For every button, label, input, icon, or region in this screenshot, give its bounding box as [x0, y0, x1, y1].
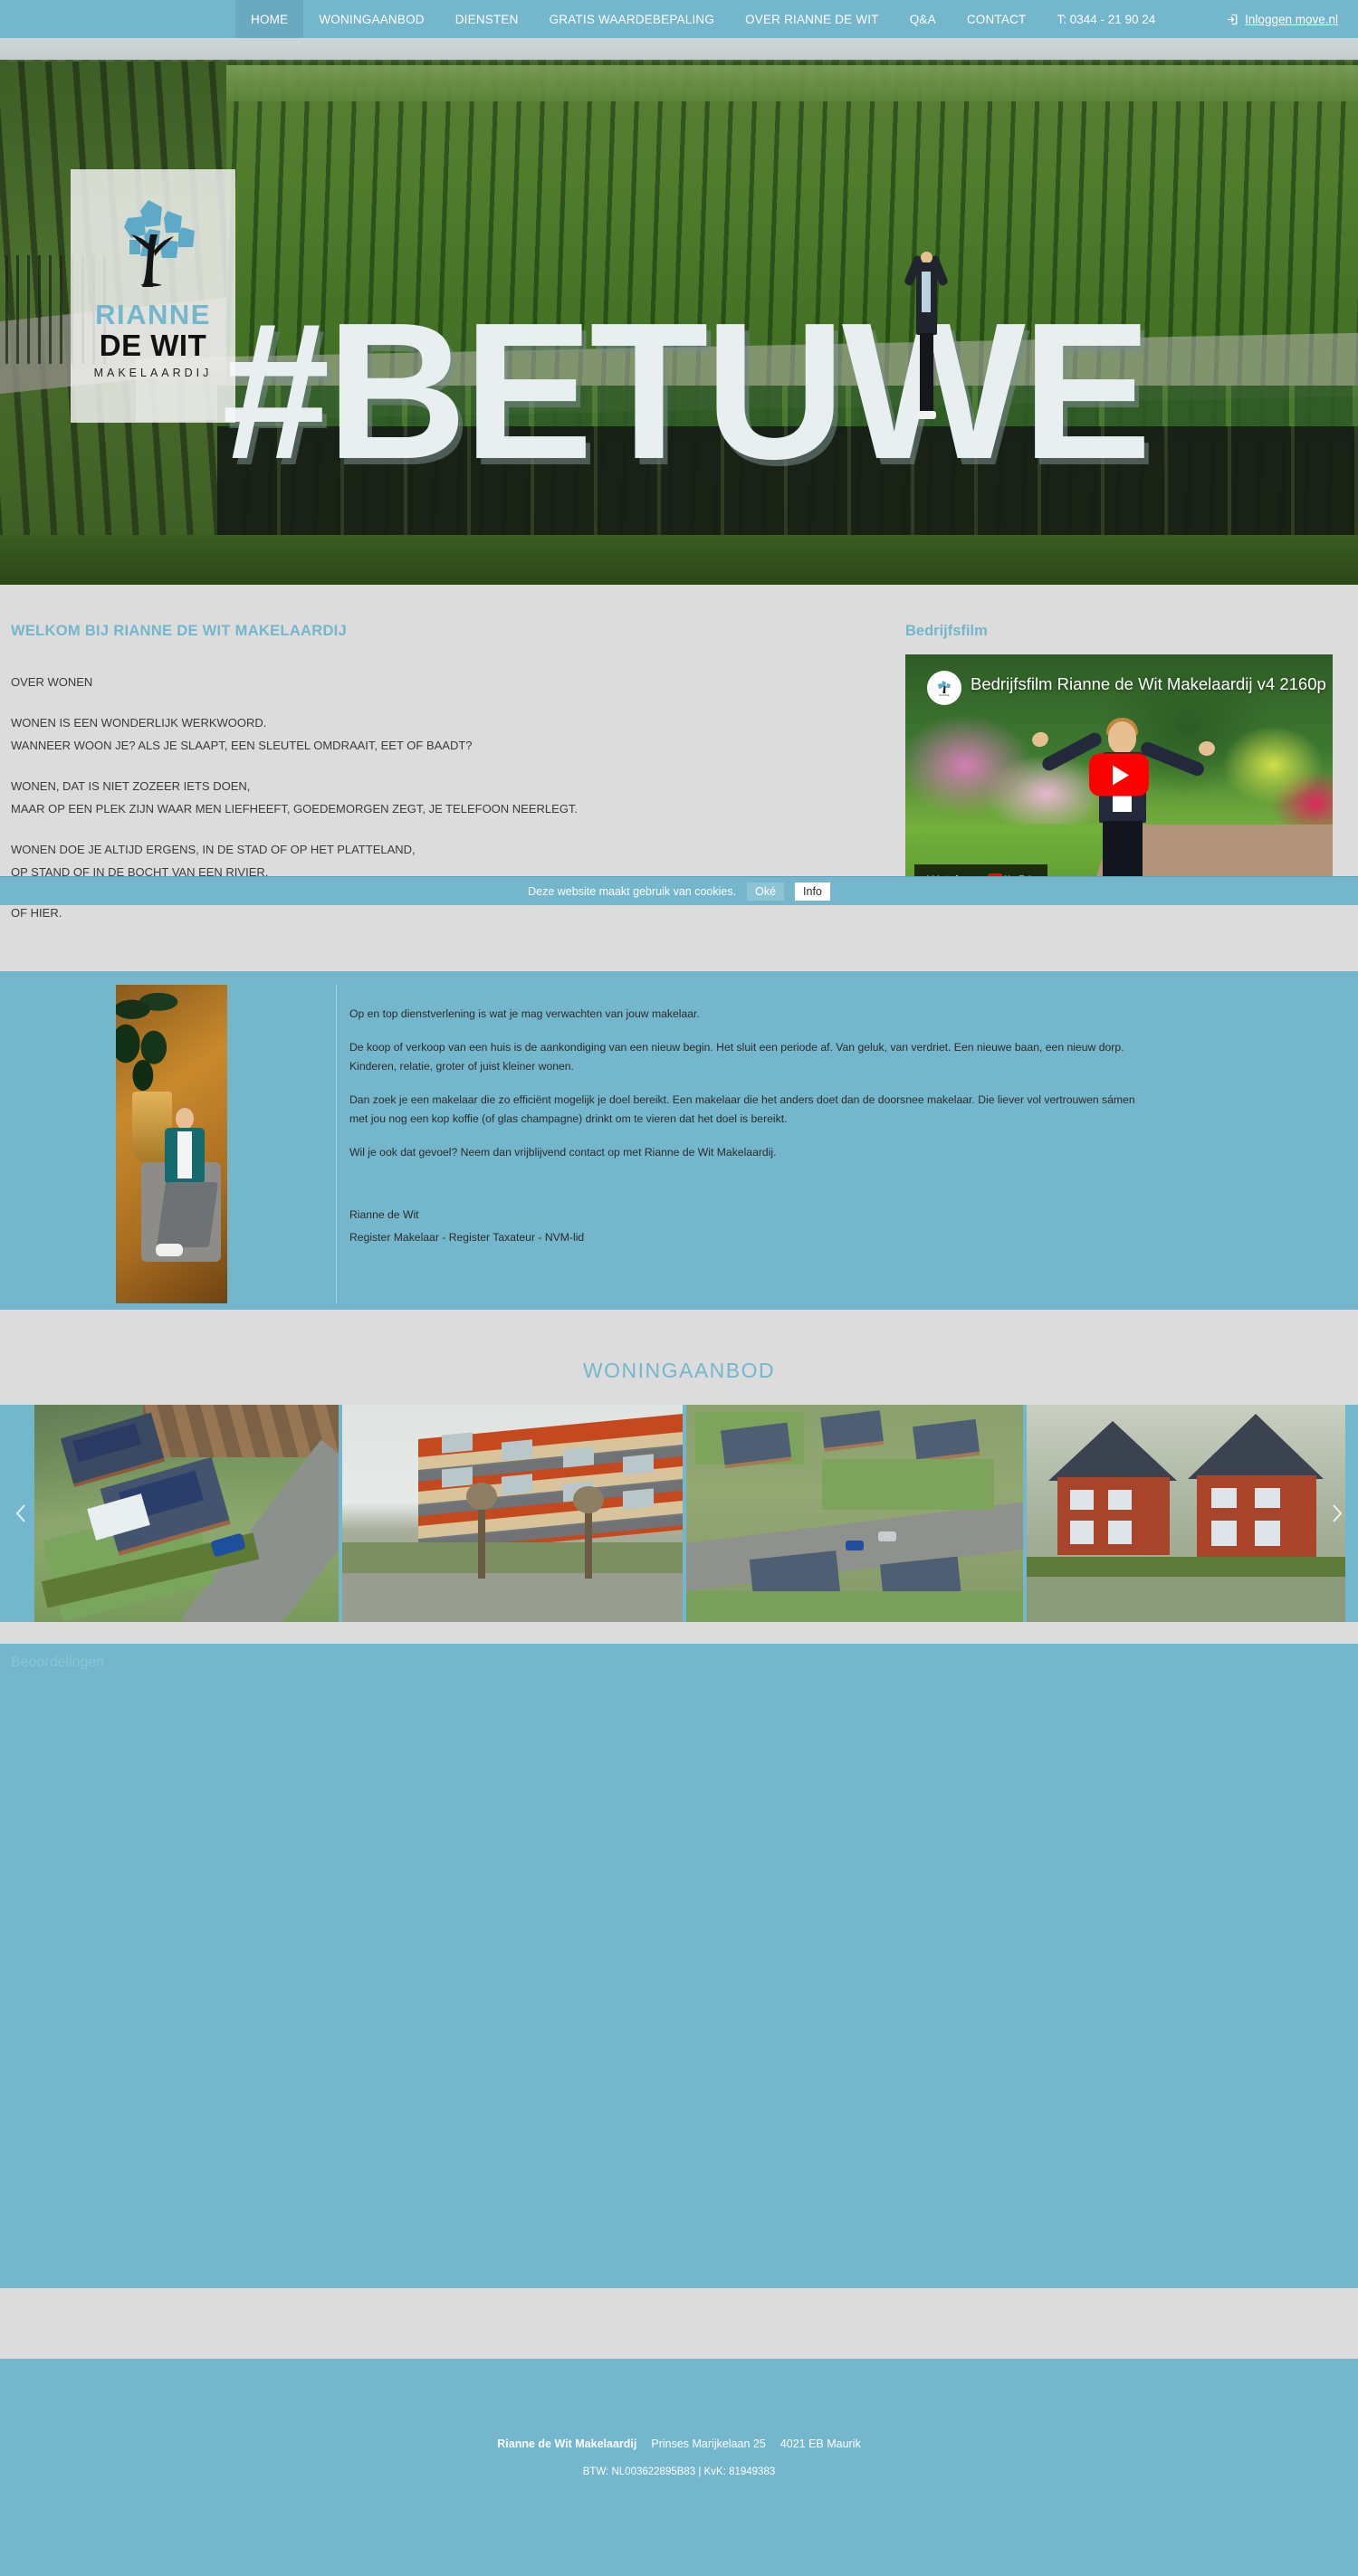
nav-item-woningaanbod[interactable]: WONINGAANBOD — [303, 0, 439, 38]
cookie-message: Deze website maakt gebruik van cookies. — [528, 884, 737, 898]
sign-in-icon — [1227, 14, 1238, 25]
footer-street: Prinses Marijkelaan 25 — [651, 2438, 766, 2450]
cookie-consent-bar: Deze website maakt gebruik van cookies. … — [0, 876, 1358, 905]
chevron-right-icon[interactable] — [1324, 1500, 1351, 1527]
logo-surname: DE WIT — [99, 329, 207, 362]
listing-slide-2[interactable] — [342, 1405, 683, 1622]
nav-item-contact[interactable]: CONTACT — [952, 0, 1042, 38]
spacer-band-1 — [0, 942, 1358, 971]
svg-text:RIANNE: RIANNE — [939, 693, 949, 697]
about-signature: Rianne de Wit Register Makelaar - Regist… — [349, 1206, 1333, 1247]
welcome-paragraph-3: WONEN, DAT IS NIET ZOZEER IETS DOEN, MAA… — [11, 779, 579, 816]
nav-item-home[interactable]: HOME — [235, 0, 304, 38]
welcome-title: WELKOM BIJ RIANNE DE WIT MAKELAARDIJ — [11, 623, 348, 639]
listings-carousel[interactable] — [0, 1405, 1358, 1622]
footer-legal-line: BTW: NL003622895B83 | KvK: 81949383 — [582, 2466, 776, 2477]
tree-icon — [99, 187, 207, 296]
hero-person — [903, 252, 950, 424]
footer-address-line: Rianne de Wit Makelaardij Prinses Marijke… — [497, 2438, 861, 2450]
chevron-left-icon[interactable] — [7, 1500, 34, 1527]
about-paragraph-3: Dan zoek je een makelaar die zo efficiën… — [349, 1093, 1135, 1125]
cookie-accept-button[interactable]: Oké — [747, 882, 785, 901]
video-title: Bedrijfsfilm Rianne de Wit Makelaardij v… — [971, 674, 1326, 693]
spacer-band-2 — [0, 1310, 1358, 1342]
nav-item-over-rianne-de-wit[interactable]: OVER RIANNE DE WIT — [730, 0, 894, 38]
youtube-video-embed[interactable]: RIANNE Bedrijfsfilm Rianne de Wit Makela… — [905, 654, 1333, 895]
nav-item-gratis-waardebepaling[interactable]: GRATIS WAARDEBEPALING — [534, 0, 730, 38]
top-navigation: HOME WONINGAANBOD DIENSTEN GRATIS WAARDE… — [0, 0, 1358, 38]
hero-foreground-grass — [0, 535, 1358, 585]
site-footer: Rianne de Wit Makelaardij Prinses Marijke… — [0, 2359, 1358, 2576]
signature-name: Rianne de Wit — [349, 1208, 419, 1221]
portrait-image — [116, 985, 227, 1303]
nav-items: HOME WONINGAANBOD DIENSTEN GRATIS WAARDE… — [235, 0, 1171, 38]
hero-banner: #BETUWE RIANNE DE WIT MAKELAARDIJ — [0, 38, 1358, 585]
about-paragraph-2: De koop of verkoop van een huis is de aa… — [349, 1041, 1124, 1073]
welcome-paragraph-2: WONEN IS EEN WONDERLIJK WERKWOORD. WANNE… — [11, 716, 473, 752]
footer-company: Rianne de Wit Makelaardij — [497, 2438, 637, 2450]
nav-item-qa[interactable]: Q&A — [894, 0, 952, 38]
logo-tagline: MAKELAARDIJ — [93, 367, 213, 379]
channel-avatar-icon[interactable]: RIANNE — [927, 671, 961, 705]
listings-heading: WONINGAANBOD — [582, 1359, 776, 1382]
welcome-paragraph-1: OVER WONEN — [11, 675, 93, 689]
about-section: Op en top dienstverlening is wat je mag … — [0, 971, 1358, 1310]
hero-headline: #BETUWE — [222, 301, 1152, 491]
listings-header: WONINGAANBOD — [0, 1342, 1358, 1405]
listing-slide-3[interactable] — [686, 1405, 1023, 1622]
nav-item-diensten[interactable]: DIENSTEN — [440, 0, 534, 38]
spacer-band-3 — [0, 1622, 1358, 1644]
cookie-info-button[interactable]: Info — [795, 882, 830, 901]
about-paragraph-1: Op en top dienstverlening is wat je mag … — [349, 1007, 700, 1020]
site-logo[interactable]: RIANNE DE WIT MAKELAARDIJ — [71, 169, 235, 423]
spacer-band-4 — [0, 2288, 1358, 2359]
logo-name: RIANNE — [95, 299, 211, 330]
reviews-section: Beoordelingen — [0, 1644, 1358, 2288]
video-section-title: Bedrijfsfilm — [905, 623, 988, 639]
nav-phone-number: T: 0344 - 21 90 24 — [1057, 12, 1156, 26]
login-label: Inloggen move.nl — [1245, 12, 1338, 26]
listing-slide-1[interactable] — [34, 1405, 339, 1622]
signature-role: Register Makelaar - Register Taxateur - … — [349, 1231, 585, 1244]
listing-slide-4[interactable] — [1027, 1405, 1345, 1622]
reviews-heading: Beoordelingen — [11, 1655, 105, 1670]
youtube-play-icon[interactable] — [1089, 753, 1149, 797]
about-text-column: Op en top dienstverlening is wat je mag … — [337, 985, 1333, 1310]
footer-city: 4021 EB Maurik — [779, 2438, 861, 2450]
video-person — [1029, 718, 1215, 890]
nav-left-spacer — [0, 0, 235, 38]
about-paragraph-4: Wil je ook dat gevoel? Neem dan vrijblij… — [349, 1146, 777, 1159]
login-move-nl-link[interactable]: Inloggen move.nl — [1227, 0, 1358, 38]
